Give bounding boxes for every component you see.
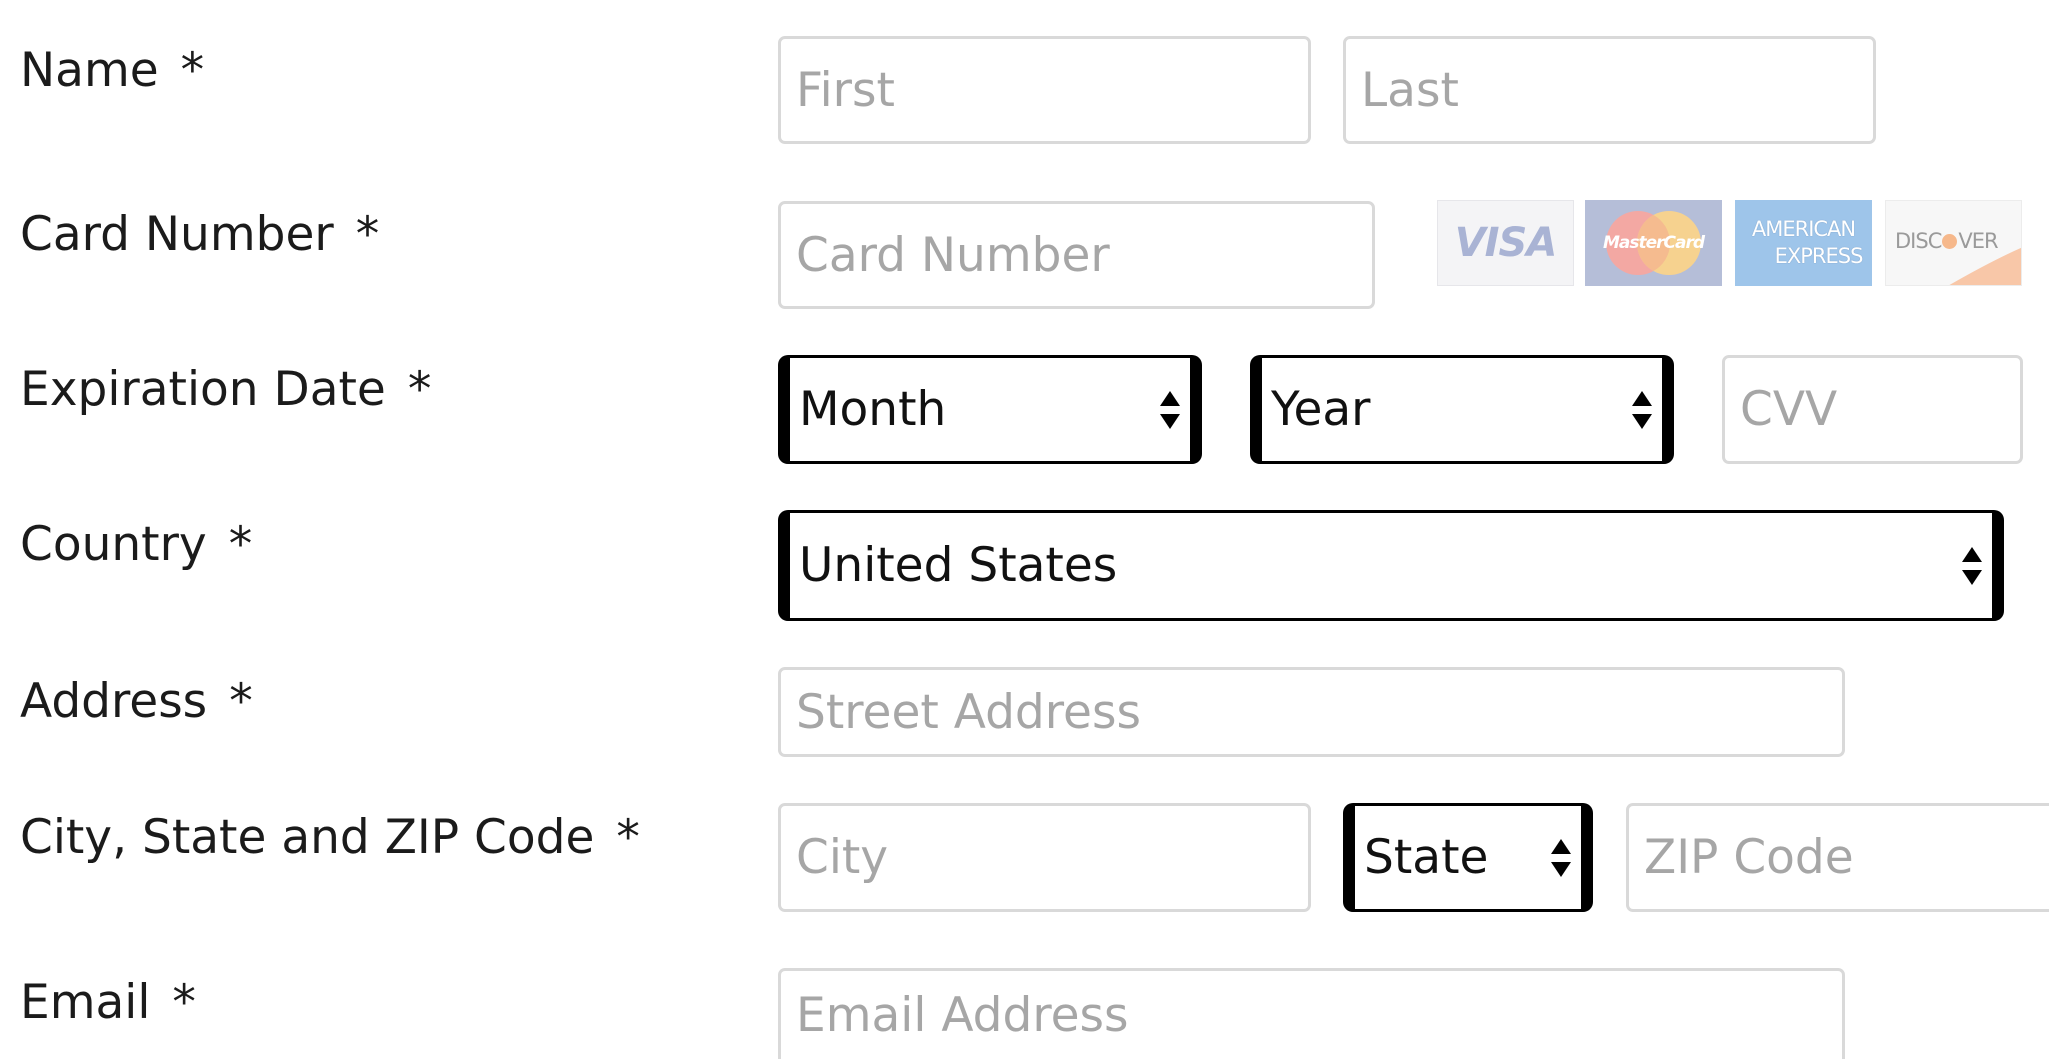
email-label-text: Email xyxy=(20,975,151,1030)
last-name-input[interactable] xyxy=(1343,36,1876,144)
expiration-label-text: Expiration Date xyxy=(20,362,386,417)
address-label-text: Address xyxy=(20,674,208,729)
discover-text-pre: DISC xyxy=(1895,229,1942,253)
city-state-zip-label-text: City, State and ZIP Code xyxy=(20,810,595,865)
year-select-value: Year xyxy=(1271,382,1371,437)
street-address-input[interactable] xyxy=(778,667,1845,757)
expiration-label: Expiration Date * xyxy=(20,366,431,413)
year-select[interactable]: Year xyxy=(1250,355,1674,464)
country-select[interactable]: United States xyxy=(778,510,2004,621)
cvv-input[interactable] xyxy=(1722,355,2023,464)
required-asterisk: * xyxy=(229,674,253,729)
country-label: Country * xyxy=(20,521,252,568)
city-state-zip-label: City, State and ZIP Code * xyxy=(20,814,640,861)
visa-logo-text: VISA xyxy=(1454,220,1558,266)
card-number-label-text: Card Number xyxy=(20,207,334,262)
discover-o-icon xyxy=(1942,234,1958,249)
visa-logo: VISA xyxy=(1437,200,1574,286)
zip-code-input[interactable] xyxy=(1626,803,2049,912)
email-input[interactable] xyxy=(778,968,1845,1059)
address-label: Address * xyxy=(20,678,253,725)
amex-logo-line2: EXPRESS xyxy=(1774,244,1864,268)
required-asterisk: * xyxy=(355,207,380,262)
discover-text-post: VER xyxy=(1958,229,1998,253)
card-number-input[interactable] xyxy=(778,201,1375,309)
mastercard-logo: MasterCard xyxy=(1585,200,1722,286)
select-arrows-icon xyxy=(1962,546,1982,585)
select-arrows-icon xyxy=(1160,390,1180,429)
select-arrows-icon xyxy=(1632,390,1652,429)
state-select[interactable]: State xyxy=(1343,803,1593,912)
month-select[interactable]: Month xyxy=(778,355,1202,464)
card-number-label: Card Number * xyxy=(20,211,379,258)
discover-logo-text: DISC VER xyxy=(1895,229,1999,253)
required-asterisk: * xyxy=(407,362,432,417)
name-label: Name * xyxy=(20,47,204,94)
amex-logo: AMERICAN EXPRESS xyxy=(1735,200,1872,286)
month-select-value: Month xyxy=(799,382,947,437)
name-label-text: Name xyxy=(20,43,159,98)
first-name-input[interactable] xyxy=(778,36,1311,144)
amex-logo-line1: AMERICAN xyxy=(1751,217,1856,241)
required-asterisk: * xyxy=(616,810,640,865)
required-asterisk: * xyxy=(172,975,196,1030)
country-select-value: United States xyxy=(799,538,1118,593)
email-label: Email * xyxy=(20,979,196,1026)
country-label-text: Country xyxy=(20,517,207,572)
city-input[interactable] xyxy=(778,803,1311,912)
required-asterisk: * xyxy=(180,43,205,98)
required-asterisk: * xyxy=(228,517,253,572)
select-arrows-icon xyxy=(1551,838,1571,877)
discover-logo: DISC VER xyxy=(1885,200,2022,286)
mastercard-logo-text: MasterCard xyxy=(1602,233,1705,253)
state-select-value: State xyxy=(1364,830,1489,885)
